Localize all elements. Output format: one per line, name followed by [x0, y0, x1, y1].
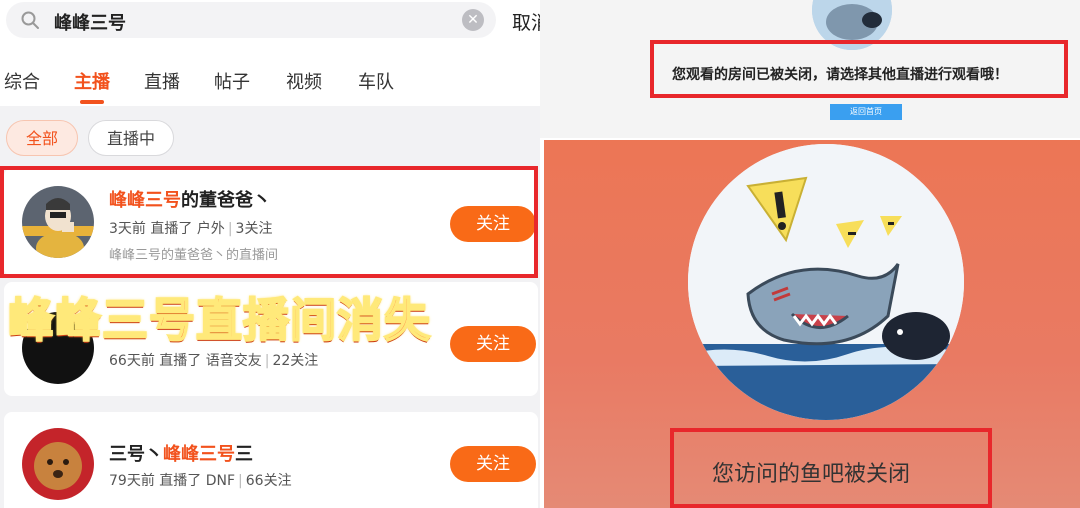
follow-button[interactable]: 关注: [450, 326, 536, 362]
search-icon: [21, 11, 39, 29]
follow-button[interactable]: 关注: [450, 446, 536, 482]
clear-icon[interactable]: ✕: [462, 9, 484, 31]
cancel-button[interactable]: 取消: [512, 8, 540, 35]
overlay-caption: 峰峰三号直播间消失: [7, 292, 431, 348]
streamer-name: 三号丶峰峰三号三: [109, 444, 253, 465]
tab-teams[interactable]: 车队: [358, 68, 394, 94]
tab-posts[interactable]: 帖子: [214, 68, 250, 94]
tab-all[interactable]: 综合: [4, 68, 40, 94]
avatar[interactable]: [22, 428, 94, 500]
streamer-meta: 79天前 直播了 DNF | 66关注: [109, 473, 292, 489]
result-tabs: 综合 主播 直播 帖子 视频 车队: [0, 42, 540, 106]
filter-live-now[interactable]: 直播中: [88, 120, 174, 156]
group-closed-message: 您访问的鱼吧被关闭: [712, 462, 911, 487]
back-home-button[interactable]: 返回首页: [830, 104, 902, 120]
tab-streamers[interactable]: 主播: [74, 68, 110, 94]
search-query: 峰峰三号: [54, 13, 126, 34]
highlight-frame: [0, 166, 538, 278]
search-input[interactable]: 峰峰三号 ✕: [6, 2, 496, 38]
shark-illustration: [688, 144, 964, 420]
active-tab-indicator: [80, 100, 104, 104]
streamer-meta: 66天前 直播了 语音交友 | 22关注: [109, 353, 319, 369]
search-bar: 峰峰三号 ✕ 取消: [0, 0, 540, 42]
result-card[interactable]: 三号丶峰峰三号三 79天前 直播了 DNF | 66关注 关注: [4, 412, 538, 508]
filter-chips: 全部 直播中: [0, 108, 540, 162]
tab-live[interactable]: 直播: [144, 68, 180, 94]
tab-videos[interactable]: 视频: [286, 68, 322, 94]
group-closed-page: 您访问的鱼吧被关闭: [544, 140, 1080, 508]
filter-all[interactable]: 全部: [6, 120, 78, 156]
room-closed-page: 您观看的房间已被关闭，请选择其他直播进行观看哦！ 返回首页: [540, 0, 1080, 138]
room-closed-notice: 您观看的房间已被关闭，请选择其他直播进行观看哦！: [672, 67, 1008, 83]
closed-room-panel: 您观看的房间已被关闭，请选择其他直播进行观看哦！ 返回首页 您访问的鱼吧被关闭: [540, 0, 1080, 508]
search-results-panel: 峰峰三号 ✕ 取消 综合 主播 直播 帖子 视频 车队 全部 直播中: [0, 0, 540, 508]
